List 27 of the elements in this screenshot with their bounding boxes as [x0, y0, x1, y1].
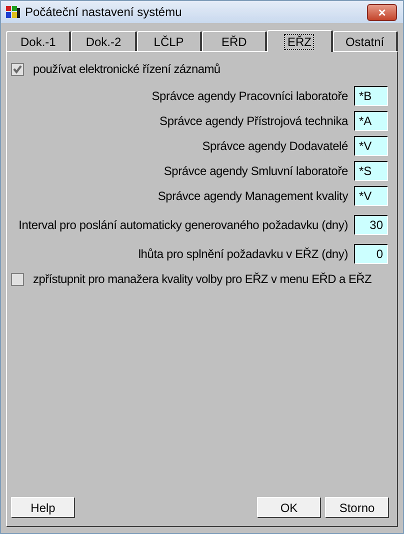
input-field[interactable]: *V [354, 136, 388, 156]
field-label: Správce agendy Management kvality [158, 189, 348, 203]
tab[interactable]: Dok.-2 [71, 31, 137, 51]
field-label: Správce agendy Přístrojová technika [160, 114, 348, 128]
tab[interactable]: LČLP [136, 31, 202, 51]
tab[interactable]: Dok.-1 [6, 31, 72, 51]
tab[interactable]: EŘD [202, 31, 268, 51]
field-label: Interval pro poslání automaticky generovaného požadavku (dny) [18, 218, 348, 232]
app-icon [5, 4, 21, 20]
window-title: Počáteční nastavení systému [25, 5, 183, 19]
help-button[interactable]: Help [11, 497, 75, 518]
field-label: lhůta pro splnění požadavku v EŘZ (dny) [138, 247, 348, 261]
input-field[interactable]: *V [354, 186, 388, 206]
field-label: Správce agendy Dodavatelé [202, 139, 348, 153]
tab[interactable]: Ostatní [332, 31, 398, 51]
checkbox-label: zpřístupnit pro manažera kvality volby pro EŘZ v menu EŘD a EŘZ [33, 272, 372, 286]
dialog-button[interactable]: OK [257, 497, 321, 518]
tab[interactable]: EŘZ [267, 30, 333, 52]
input-field[interactable]: *A [354, 111, 388, 131]
dialog-button[interactable]: Storno [325, 497, 389, 518]
input-field[interactable]: 0 [354, 244, 388, 264]
field-label: Správce agendy Pracovníci laboratoře [152, 89, 348, 103]
input-field[interactable]: *S [354, 161, 388, 181]
input-field[interactable]: *B [354, 86, 388, 106]
checkbox-label: používat elektronické řízení záznamů [33, 62, 220, 76]
field-label: Správce agendy Smluvní laboratoře [164, 164, 348, 178]
input-field[interactable]: 30 [354, 215, 388, 235]
